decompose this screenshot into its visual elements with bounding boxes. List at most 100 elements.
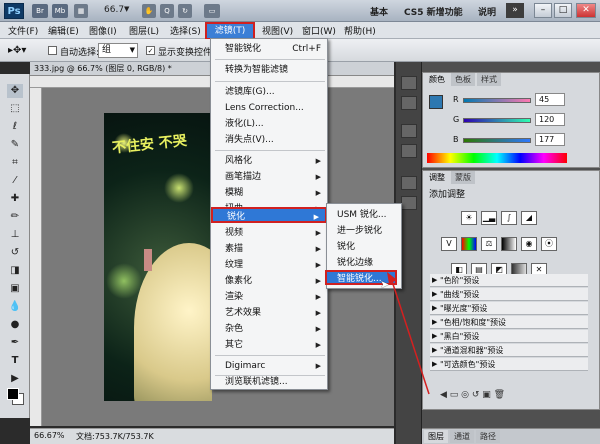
menu-item-lens-correction[interactable]: Lens Correction... [211,100,327,116]
menu-item-browse-online[interactable]: 浏览联机滤镜... [211,374,327,390]
menu-select[interactable]: 选择(S) [170,24,201,37]
minibridge-button[interactable]: Mb [52,4,68,18]
b-slider[interactable] [463,138,531,143]
marquee-tool-icon[interactable]: ⬚ [7,102,23,116]
menu-item-filter-gallery[interactable]: 滤镜库(G)... [211,84,327,100]
foreground-color-swatch[interactable] [7,388,19,400]
brush-panel-icon[interactable] [401,124,417,138]
preset-row-levels[interactable]: ▶ "色阶"预设 [430,274,588,287]
history-panel-icon[interactable] [401,76,417,90]
menu-item-convert-smart-filter[interactable]: 转换为智能滤镜 [211,62,327,78]
eraser-tool-icon[interactable]: ◨ [7,264,23,278]
dodge-tool-icon[interactable]: ● [7,318,23,332]
type-tool-icon[interactable]: T [7,354,23,368]
exposure-icon[interactable]: ◢ [521,211,537,225]
menu-item-vanishing-point[interactable]: 消失点(V)... [211,132,327,148]
more-workspaces-button[interactable]: » [506,3,524,18]
menu-item-noise[interactable]: 杂色 ▶ [211,321,327,337]
paragraph-panel-icon[interactable] [401,196,417,210]
menu-window[interactable]: 窗口(W) [302,24,336,37]
menu-view[interactable]: 视图(V) [262,24,293,37]
tab-paths[interactable]: 路径 [476,430,500,443]
pen-tool-icon[interactable]: ✒ [7,336,23,350]
crop-tool-icon[interactable]: ⌗ [7,156,23,170]
actions-panel-icon[interactable] [401,96,417,110]
menu-edit[interactable]: 编辑(E) [48,24,79,37]
eyedropper-tool-icon[interactable]: ⁄ [7,174,23,188]
panel-footer-icons[interactable]: ◀ ▭ ◎ ↺ ▣ 🗑 [440,390,505,400]
move-tool-preset-icon[interactable]: ▸✥▾ [8,45,26,56]
preset-row-curves[interactable]: ▶ "曲线"预设 [430,288,588,301]
b-value-input[interactable]: 177 [535,133,565,146]
zoom-level[interactable]: 66.7 [104,5,124,15]
color-balance-icon[interactable]: ⚖ [481,237,497,251]
menu-item-render[interactable]: 渲染 ▶ [211,289,327,305]
menu-file[interactable]: 文件(F) [8,24,38,37]
r-slider[interactable] [463,98,531,103]
document-image[interactable]: 不住安 不哭 [104,113,212,401]
tab-layers[interactable]: 图层 [424,430,448,443]
menu-image[interactable]: 图像(I) [89,24,117,37]
menu-help[interactable]: 帮助(H) [344,24,376,37]
auto-select-checkbox[interactable] [48,46,57,56]
foreground-color-preview[interactable] [429,95,443,109]
history-brush-icon[interactable]: ↺ [7,246,23,260]
rotate-view-icon[interactable]: ↻ [178,4,192,18]
arrange-documents-icon[interactable]: ▭ [204,4,220,18]
lasso-tool-icon[interactable]: ℓ [7,120,23,134]
menu-item-digimarc[interactable]: Digimarc ▶ [211,358,327,374]
quick-select-tool-icon[interactable]: ✎ [7,138,23,152]
submenu-item-sharpen-more[interactable]: 进一步锐化 [327,224,401,239]
bridge-button[interactable]: Br [32,4,48,18]
workspace-cs5-new[interactable]: CS5 新增功能 [404,5,463,18]
g-slider[interactable] [463,118,531,123]
clone-source-panel-icon[interactable] [401,144,417,158]
preset-row-channel-mixer[interactable]: ▶ "通道混和器"预设 [430,344,588,357]
menu-item-other[interactable]: 其它 ▶ [211,337,327,353]
preset-row-black-white[interactable]: ▶ "黑白"预设 [430,330,588,343]
vibrance-icon[interactable]: V [441,237,457,251]
blur-tool-icon[interactable]: 💧 [7,300,23,314]
channel-mixer-icon[interactable]: ⦿ [541,237,557,251]
black-white-icon[interactable] [501,237,517,251]
menu-layer[interactable]: 图层(L) [129,24,159,37]
menu-item-blur[interactable]: 模糊 ▶ [211,185,327,201]
tab-channels[interactable]: 通道 [450,430,474,443]
preset-row-hue-saturation[interactable]: ▶ "色相/饱和度"预设 [430,316,588,329]
tab-masks[interactable]: 蒙版 [451,171,475,184]
submenu-item-sharpen-edges[interactable]: 锐化边缘 [327,256,401,271]
character-panel-icon[interactable] [401,176,417,190]
r-value-input[interactable]: 45 [535,93,565,106]
tab-color[interactable]: 颜色 [425,73,449,86]
brightness-contrast-icon[interactable]: ☀ [461,211,477,225]
tab-swatches[interactable]: 色板 [451,73,475,86]
menu-item-artistic[interactable]: 艺术效果 ▶ [211,305,327,321]
preset-row-selective-color[interactable]: ▶ "可选颜色"预设 [430,358,588,371]
preset-row-exposure[interactable]: ▶ "曝光度"预设 [430,302,588,315]
submenu-item-sharpen[interactable]: 锐化 [327,240,401,255]
brush-tool-icon[interactable]: ✏ [7,210,23,224]
submenu-item-usm[interactable]: USM 锐化... [327,208,401,223]
photo-filter-icon[interactable]: ◉ [521,237,537,251]
g-value-input[interactable]: 120 [535,113,565,126]
menu-item-sharpen[interactable]: 锐化 ▶ [211,207,327,223]
minimize-button[interactable]: – [534,3,552,18]
close-button[interactable]: ✕ [576,3,596,18]
hue-saturation-icon[interactable] [461,237,477,251]
color-spectrum-bar[interactable] [427,153,567,163]
maximize-button[interactable]: □ [554,3,572,18]
levels-icon[interactable]: ▁▃ [481,211,497,225]
tab-styles[interactable]: 样式 [477,73,501,86]
curves-icon[interactable]: ∫ [501,211,517,225]
gradient-tool-icon[interactable]: ▣ [7,282,23,296]
view-extras-icon[interactable]: ▦ [74,4,88,18]
menu-item-pixelate[interactable]: 像素化 ▶ [211,273,327,289]
document-size-info[interactable]: 文档:753.7K/753.7K [76,431,154,442]
show-transform-checkbox[interactable]: ✓ [146,46,155,56]
move-tool-icon[interactable]: ✥ [7,84,23,98]
tab-adjustments[interactable]: 调整 [425,171,449,184]
path-select-icon[interactable]: ▶ [7,372,23,386]
status-zoom[interactable]: 66.67% [34,431,65,440]
hand-tool-icon[interactable]: ✋ [142,4,156,18]
menu-item-texture[interactable]: 纹理 ▶ [211,257,327,273]
